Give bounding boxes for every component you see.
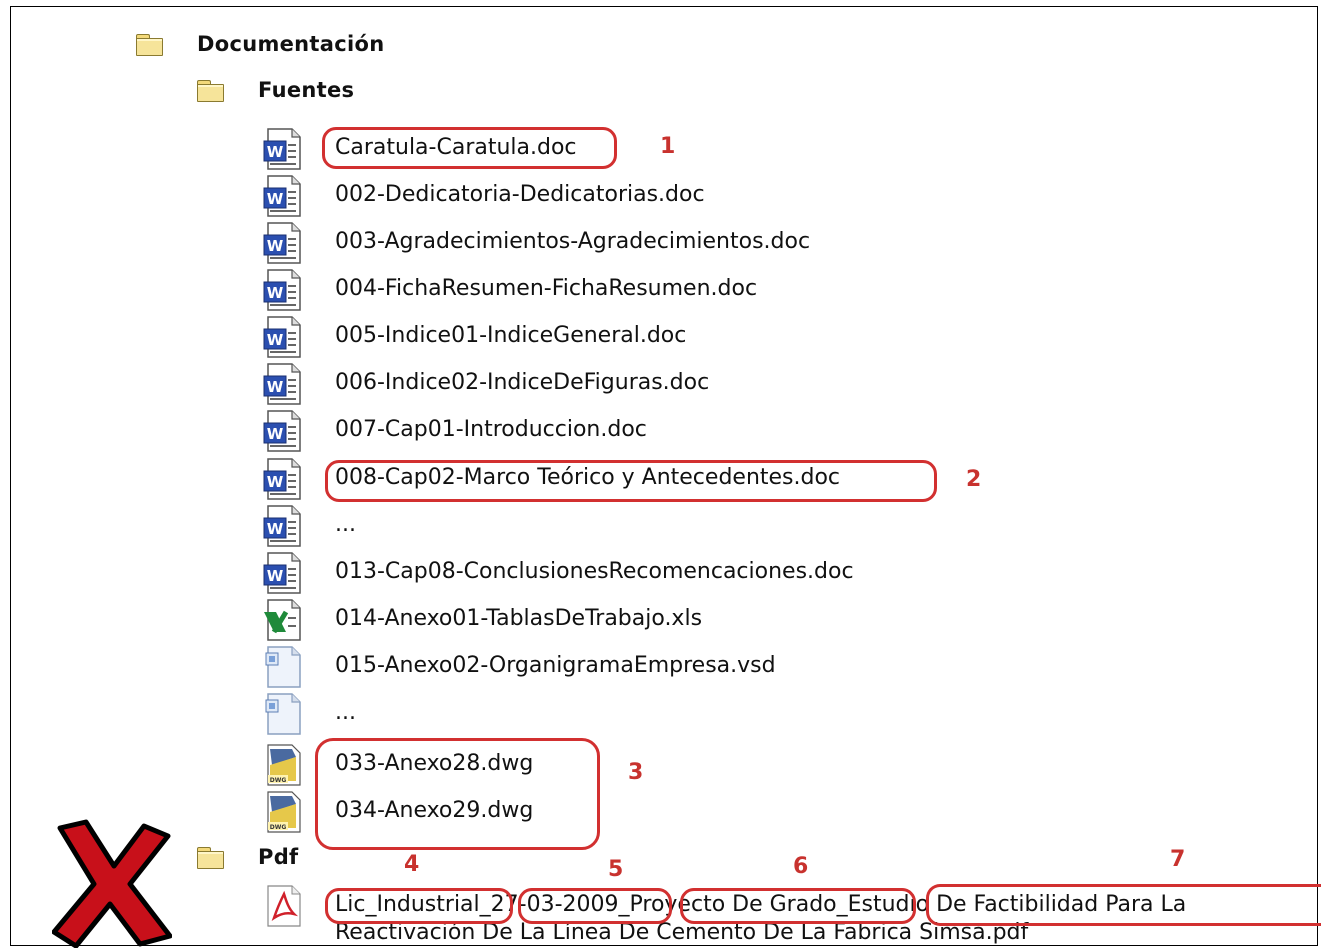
excel-sheet-icon (262, 598, 306, 642)
annotation-number-7: 7 (1170, 847, 1186, 872)
word-doc-icon (263, 552, 301, 594)
dwg-drawing-icon (267, 791, 301, 833)
word-doc-icon (263, 175, 301, 217)
folder-icon (135, 33, 163, 56)
highlight-7 (926, 884, 1321, 926)
folder-icon (196, 846, 224, 869)
folder-label-fuentes: Fuentes (258, 78, 355, 102)
highlight-3 (315, 738, 600, 850)
dwg-drawing-icon (267, 744, 301, 786)
file-item[interactable]: 003-Agradecimientos-Agradecimientos.doc (335, 229, 810, 254)
annotation-number-6: 6 (793, 854, 809, 879)
visio-diagram-icon (265, 693, 301, 735)
visio-diagram-icon (265, 646, 301, 688)
annotation-number-3: 3 (628, 760, 644, 785)
highlight-5 (518, 888, 672, 924)
annotation-number-4: 4 (404, 852, 420, 877)
highlight-2 (325, 460, 937, 502)
folder-icon (196, 79, 224, 102)
red-x-cross-icon (52, 819, 172, 948)
file-item[interactable]: ... (335, 700, 356, 725)
file-item[interactable]: 007-Cap01-Introduccion.doc (335, 417, 647, 442)
file-item[interactable]: 004-FichaResumen-FichaResumen.doc (335, 276, 757, 301)
word-doc-icon (263, 316, 301, 358)
highlight-6 (680, 888, 916, 924)
annotation-number-2: 2 (966, 467, 982, 492)
word-doc-icon (263, 458, 301, 500)
annotation-number-1: 1 (660, 134, 676, 159)
file-item[interactable]: 013-Cap08-ConclusionesRecomencaciones.do… (335, 559, 854, 584)
folder-documentacion[interactable]: Documentación (135, 32, 384, 56)
highlight-1 (322, 127, 617, 169)
pdf-document-icon (266, 884, 302, 928)
file-item[interactable]: 014-Anexo01-TablasDeTrabajo.xls (335, 606, 702, 631)
file-item[interactable]: ... (335, 512, 356, 537)
folder-fuentes[interactable]: Fuentes (196, 78, 354, 102)
word-doc-icon (263, 505, 301, 547)
folder-pdf[interactable]: Pdf (196, 845, 298, 869)
word-doc-icon (263, 269, 301, 311)
word-doc-icon (263, 128, 301, 170)
file-item[interactable]: 006-Indice02-IndiceDeFiguras.doc (335, 370, 709, 395)
file-item[interactable]: 015-Anexo02-OrganigramaEmpresa.vsd (335, 653, 776, 678)
highlight-4 (325, 888, 513, 924)
folder-label-pdf: Pdf (258, 845, 299, 869)
file-item[interactable]: 005-Indice01-IndiceGeneral.doc (335, 323, 686, 348)
word-doc-icon (263, 363, 301, 405)
annotation-number-5: 5 (608, 857, 624, 882)
folder-label-documentacion: Documentación (197, 32, 385, 56)
word-doc-icon (263, 410, 301, 452)
file-item[interactable]: 002-Dedicatoria-Dedicatorias.doc (335, 182, 705, 207)
word-doc-icon (263, 222, 301, 264)
